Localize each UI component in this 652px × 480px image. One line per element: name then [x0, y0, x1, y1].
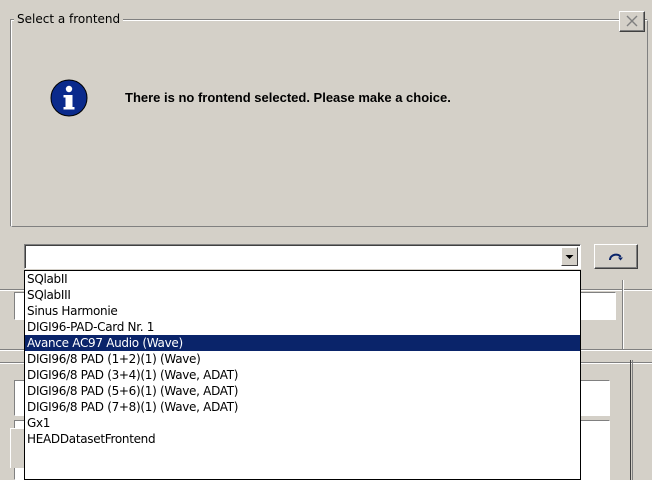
bg-stub-button [10, 428, 24, 468]
frontend-select[interactable] [24, 244, 581, 269]
dropdown-arrow-button[interactable] [561, 247, 578, 266]
dropdown-item[interactable]: SQlabIII [25, 287, 580, 303]
close-button[interactable] [619, 11, 645, 32]
message-text: There is no frontend selected. Please ma… [125, 90, 451, 105]
bg-vline-3 [632, 360, 633, 480]
frontend-group-box [10, 19, 648, 227]
refresh-button[interactable] [594, 244, 638, 269]
dropdown-item[interactable]: Sinus Harmonie [25, 303, 580, 319]
chevron-down-icon [565, 254, 574, 259]
bg-vline-highlight [623, 280, 624, 350]
dropdown-item[interactable]: DIGI96/8 PAD (1+2)(1) (Wave) [25, 351, 580, 367]
dropdown-item[interactable]: Gx1 [25, 415, 580, 431]
bg-vline-2 [630, 360, 631, 480]
dropdown-item[interactable]: Avance AC97 Audio (Wave) [25, 335, 580, 351]
frontend-dropdown-list[interactable]: SQlabII SQlabIII Sinus Harmonie DIGI96-PAD-… [24, 270, 581, 480]
dropdown-item[interactable]: HEADDatasetFrontend [25, 431, 580, 447]
dropdown-item[interactable]: DIGI96/8 PAD (7+8)(1) (Wave, ADAT) [25, 399, 580, 415]
dropdown-item[interactable]: DIGI96/8 PAD (3+4)(1) (Wave, ADAT) [25, 367, 580, 383]
dropdown-item[interactable]: DIGI96-PAD-Card Nr. 1 [25, 319, 580, 335]
frontend-dialog: Select a frontend There is no frontend s… [0, 0, 652, 480]
info-icon [50, 79, 88, 117]
dropdown-item[interactable]: DIGI96/8 PAD (5+6)(1) (Wave, ADAT) [25, 383, 580, 399]
refresh-icon [609, 253, 623, 260]
dropdown-item[interactable]: SQlabII [25, 271, 580, 287]
group-title: Select a frontend [14, 10, 124, 28]
close-icon [626, 15, 638, 27]
